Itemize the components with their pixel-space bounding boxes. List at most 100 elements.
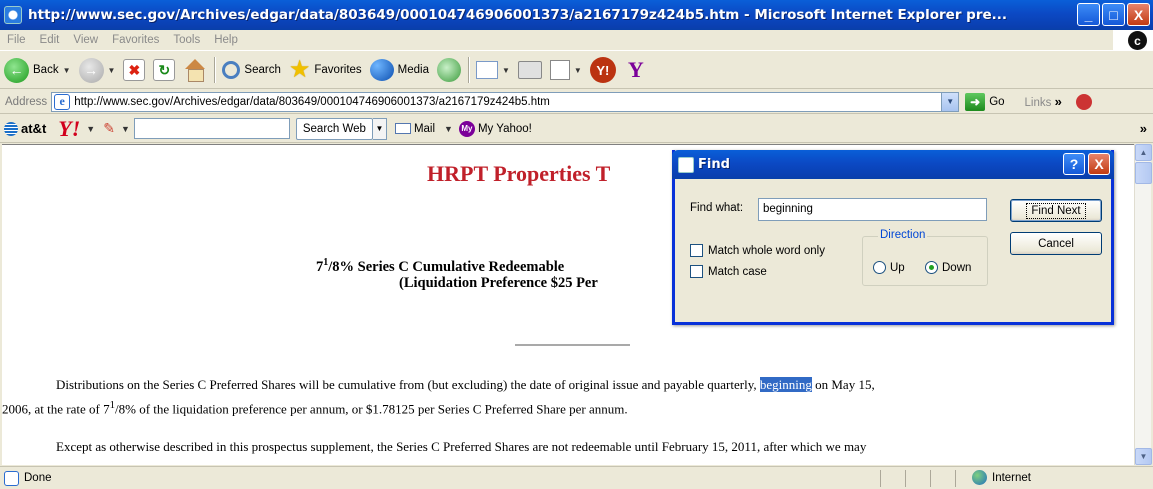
yahoo-search-input[interactable]: [133, 118, 290, 139]
my-yahoo-icon: My: [458, 120, 475, 137]
minimize-button[interactable]: _: [1077, 3, 1100, 26]
cancel-button[interactable]: Cancel: [1010, 232, 1102, 255]
search-highlight: beginning: [759, 377, 812, 392]
toolbar-separator: [214, 57, 216, 83]
pencil-icon[interactable]: ✎: [103, 120, 115, 137]
print-button[interactable]: [514, 54, 546, 86]
document-subtitle-line2: (Liquidation Preference $25 Per: [399, 275, 598, 291]
find-what-input[interactable]: beginning: [758, 198, 987, 221]
maximize-button[interactable]: □: [1102, 3, 1125, 26]
close-button[interactable]: X: [1127, 3, 1150, 26]
my-yahoo-button[interactable]: My My Yahoo!: [458, 120, 532, 137]
favorites-button[interactable]: ★ Favorites: [285, 54, 366, 86]
ie-page-icon: [4, 6, 22, 24]
yahoo-messenger-button[interactable]: Y!: [586, 54, 620, 86]
address-url[interactable]: http://www.sec.gov/Archives/edgar/data/8…: [74, 96, 550, 108]
home-button[interactable]: [179, 54, 211, 86]
find-dialog-title-bar[interactable]: Find ? X: [672, 150, 1114, 179]
yahoo-mail-button[interactable]: Mail ▼: [394, 123, 453, 135]
page-favicon-icon: e: [54, 93, 71, 110]
menu-file[interactable]: File: [0, 34, 33, 46]
checkbox-box[interactable]: [690, 244, 703, 257]
search-web-dropdown-icon[interactable]: ▼: [372, 117, 387, 140]
direction-up-radio[interactable]: Up: [873, 261, 905, 274]
standard-toolbar: ← Back ▼ → ▼ ✖ ↻ Search ★ Favorites Medi…: [0, 52, 1153, 89]
back-dropdown-icon[interactable]: ▼: [63, 66, 71, 75]
match-case-checkbox[interactable]: Match case: [690, 265, 767, 278]
back-arrow-icon: ←: [4, 57, 29, 83]
zone-label: Internet: [992, 471, 1031, 484]
match-whole-word-checkbox[interactable]: Match whole word only: [690, 244, 825, 257]
menu-help[interactable]: Help: [207, 34, 245, 46]
security-zone[interactable]: Internet: [972, 470, 1031, 485]
att-logo: at&t: [0, 121, 46, 136]
search-web-button[interactable]: Search Web: [295, 117, 373, 140]
menu-favorites[interactable]: Favorites: [105, 34, 166, 46]
forward-button[interactable]: → ▼: [75, 54, 120, 86]
mail-dropdown-icon[interactable]: ▼: [444, 124, 453, 134]
extension-icon[interactable]: [1075, 93, 1092, 110]
refresh-button[interactable]: ↻: [149, 54, 179, 86]
yahoo-menu-dropdown-icon[interactable]: ▼: [86, 124, 95, 134]
scroll-down-arrow-icon[interactable]: ▼: [1135, 448, 1152, 465]
go-arrow-icon: ➜: [965, 92, 986, 111]
go-button[interactable]: ➜ Go: [965, 92, 1005, 111]
yahoo-smiley-button[interactable]: Y: [620, 54, 652, 86]
media-icon: [369, 59, 394, 81]
match-whole-word-label: Match whole word only: [708, 244, 825, 257]
history-button[interactable]: [433, 54, 465, 86]
stop-button[interactable]: ✖: [119, 54, 149, 86]
mail-dropdown-icon[interactable]: ▼: [502, 66, 510, 75]
refresh-icon: ↻: [153, 59, 176, 81]
edit-dropdown-icon[interactable]: ▼: [574, 66, 582, 75]
radio-circle-selected[interactable]: [925, 261, 938, 274]
direction-group: Direction Up Down: [862, 229, 988, 286]
search-label: Search: [244, 64, 281, 76]
para1-line2-b: /8% of the liquidation preference per an…: [115, 401, 628, 417]
mail-button[interactable]: ▼: [472, 54, 514, 86]
stop-icon: ✖: [123, 59, 146, 81]
toolbar-overflow-chevron-icon[interactable]: »: [1140, 121, 1147, 136]
find-close-button[interactable]: X: [1088, 153, 1110, 175]
checkbox-box[interactable]: [690, 265, 703, 278]
address-bar: Address e http://www.sec.gov/Archives/ed…: [0, 90, 1153, 114]
menu-tools[interactable]: Tools: [166, 34, 207, 46]
window-title: http://www.sec.gov/Archives/edgar/data/8…: [28, 7, 1008, 23]
title-bar[interactable]: http://www.sec.gov/Archives/edgar/data/8…: [0, 0, 1153, 30]
direction-down-radio[interactable]: Down: [925, 261, 971, 274]
links-button[interactable]: Links »: [1025, 94, 1062, 109]
vertical-scrollbar[interactable]: ▲ ▼: [1134, 144, 1152, 465]
page-done-icon: [4, 470, 19, 486]
scroll-up-arrow-icon[interactable]: ▲: [1135, 144, 1152, 161]
pencil-dropdown-icon[interactable]: ▼: [121, 124, 130, 134]
search-button[interactable]: Search: [218, 54, 284, 86]
help-button[interactable]: ?: [1063, 153, 1085, 175]
forward-dropdown-icon[interactable]: ▼: [108, 66, 116, 75]
address-dropdown-icon[interactable]: ▼: [941, 92, 959, 111]
menu-edit[interactable]: Edit: [33, 34, 67, 46]
att-globe-icon: [4, 121, 18, 136]
go-label: Go: [989, 95, 1005, 108]
radio-circle[interactable]: [873, 261, 886, 274]
status-bar: Done Internet: [0, 466, 1153, 489]
menu-view[interactable]: View: [66, 34, 105, 46]
status-divider: [930, 470, 931, 487]
find-next-button[interactable]: Find Next: [1010, 199, 1102, 222]
match-case-label: Match case: [708, 265, 767, 278]
media-label: Media: [397, 64, 429, 76]
edit-button[interactable]: ▼: [546, 54, 586, 86]
back-label: Back: [33, 64, 59, 76]
address-input[interactable]: e http://www.sec.gov/Archives/edgar/data…: [51, 91, 960, 112]
document-title: HRPT Properties T: [427, 161, 611, 186]
media-button[interactable]: Media: [366, 54, 433, 86]
back-button[interactable]: ← Back ▼: [0, 54, 75, 86]
att-label: at&t: [21, 121, 47, 136]
para1-line2-a: 2006, at the rate of 7: [2, 401, 110, 417]
links-chevron-icon: »: [1054, 94, 1062, 109]
throbber-area: c: [1113, 30, 1153, 51]
forward-arrow-icon: →: [78, 57, 104, 83]
scroll-thumb[interactable]: [1135, 162, 1152, 184]
subtitle-rest: /8% Series C Cumulative Redeemable: [328, 258, 565, 275]
favorites-star-icon: ★: [288, 56, 311, 83]
yahoo-logo[interactable]: Y!: [58, 116, 80, 142]
